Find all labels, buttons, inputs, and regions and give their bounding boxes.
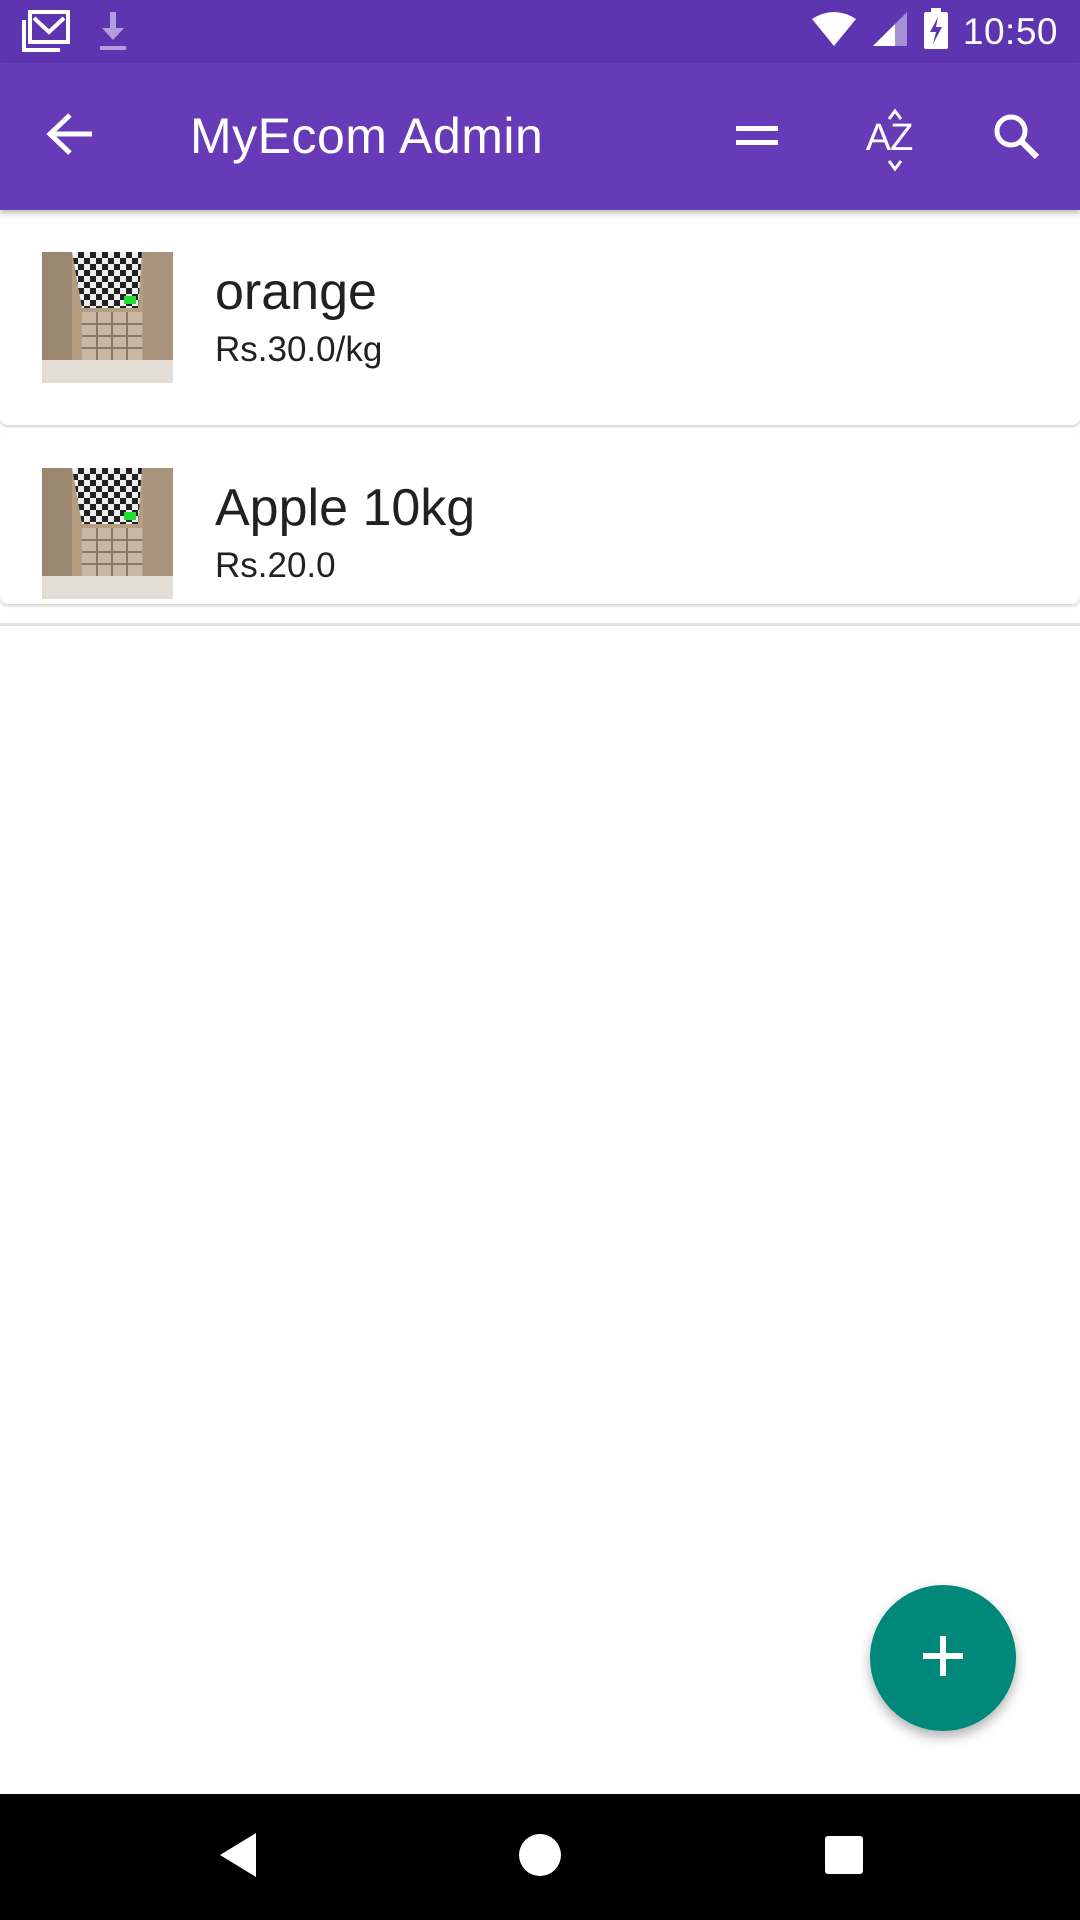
app-bar: MyEcom Admin AZ	[0, 63, 1080, 210]
search-icon	[992, 112, 1040, 165]
sort-button[interactable]: AZ	[857, 106, 921, 171]
battery-charging-icon	[923, 8, 949, 55]
nav-back-button[interactable]	[205, 1824, 271, 1890]
nav-back-icon	[216, 1830, 260, 1885]
back-button[interactable]	[40, 106, 100, 166]
list-item[interactable]: Apple 10kg Rs.20.0	[0, 428, 1080, 604]
product-list: orange Rs.30.0/kg Apple 10kg Rs.20.0	[0, 212, 1080, 604]
notification-icons	[22, 10, 130, 57]
add-product-button[interactable]	[870, 1585, 1016, 1731]
page-title: MyEcom Admin	[190, 108, 544, 164]
nav-recents-button[interactable]	[811, 1824, 877, 1890]
wifi-icon	[811, 11, 857, 52]
search-button[interactable]	[984, 106, 1048, 170]
menu-button[interactable]	[725, 106, 789, 170]
product-thumbnail	[42, 468, 173, 599]
menu-icon	[734, 122, 780, 155]
nav-recents-icon	[823, 1834, 865, 1881]
divider	[0, 623, 1080, 626]
item-price: Rs.30.0/kg	[215, 330, 383, 369]
signal-icon	[871, 10, 909, 53]
system-indicators: 10:50	[811, 0, 1058, 63]
item-name: orange	[215, 263, 377, 321]
navigation-bar	[0, 1794, 1080, 1920]
sort-az-icon: AZ	[866, 108, 913, 171]
nav-home-icon	[517, 1832, 563, 1883]
download-icon	[96, 10, 130, 57]
item-price: Rs.20.0	[215, 546, 336, 585]
clock: 10:50	[962, 10, 1058, 52]
product-thumbnail	[42, 252, 173, 383]
list-item[interactable]: orange Rs.30.0/kg	[0, 212, 1080, 425]
item-name: Apple 10kg	[215, 479, 476, 537]
nav-home-button[interactable]	[507, 1824, 573, 1890]
arrow-back-icon	[46, 112, 94, 161]
status-bar: 10:50	[0, 0, 1080, 63]
plus-icon	[921, 1634, 965, 1683]
gmail-icon	[22, 10, 70, 57]
